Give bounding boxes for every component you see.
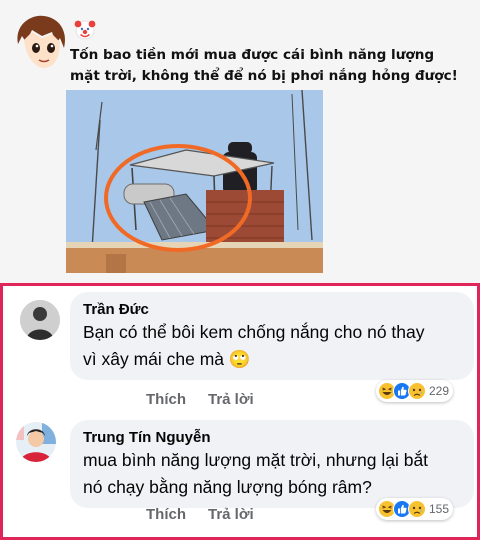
reaction-count: 229 bbox=[429, 384, 450, 398]
reply-button[interactable]: Trả lời bbox=[208, 506, 254, 523]
comments-section: Trần Đức Bạn có thể bôi kem chống nắng c… bbox=[0, 283, 480, 540]
user-avatar[interactable] bbox=[20, 300, 60, 340]
like-button[interactable]: Thích bbox=[146, 391, 186, 408]
reaction-count: 155 bbox=[429, 502, 450, 516]
clown-face-icon bbox=[74, 20, 96, 40]
comment-author[interactable]: Trung Tín Nguyễn bbox=[83, 429, 211, 446]
comment-text: Bạn có thể bôi kem chống nắng cho nó tha… bbox=[83, 322, 425, 369]
reply-button[interactable]: Trả lời bbox=[208, 391, 254, 408]
like-button[interactable]: Thích bbox=[146, 506, 186, 523]
sad-reaction-icon bbox=[408, 382, 426, 400]
sad-reaction-icon bbox=[408, 500, 426, 518]
post-caption: Tốn bao tiền mới mua được cái bình năng … bbox=[70, 47, 458, 84]
user-avatar[interactable] bbox=[16, 422, 56, 462]
meme-post: Tốn bao tiền mới mua được cái bình năng … bbox=[0, 0, 480, 283]
solar-heater-photo bbox=[66, 90, 323, 273]
anime-avatar-icon bbox=[12, 14, 68, 72]
comment-text: mua bình năng lượng mặt trời, nhưng lại … bbox=[83, 450, 429, 497]
reaction-summary[interactable]: 155 bbox=[376, 498, 454, 520]
comment-author[interactable]: Trần Đức bbox=[83, 301, 149, 318]
reaction-summary[interactable]: 229 bbox=[376, 380, 454, 402]
